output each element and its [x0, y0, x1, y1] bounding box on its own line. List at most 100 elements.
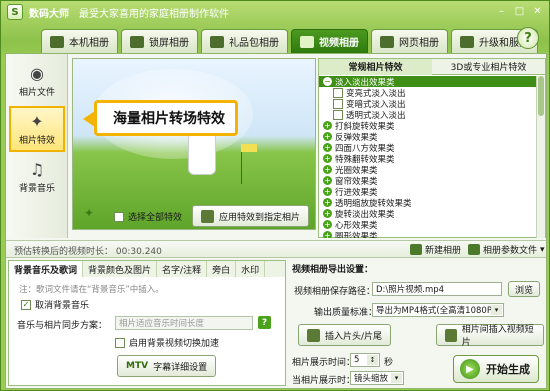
close-icon[interactable]: ✕	[530, 4, 545, 18]
sync-help-icon[interactable]: ?	[258, 316, 271, 329]
sidebar-item-photo-files[interactable]: ◉ 相片文件	[9, 58, 65, 104]
effects-scrollbar[interactable]	[536, 76, 545, 238]
expand-icon[interactable]: +	[323, 154, 332, 163]
tree-group[interactable]: + 反弹效果类	[319, 131, 537, 143]
pen-icon	[201, 209, 214, 223]
video-length: 预估转换后的视频时长： 00:30.240	[14, 244, 162, 257]
effects-tree: − 淡入淡出效果类 变亮式淡入淡出 变暗式淡入淡出 透明式淡入淡出 + 打斜旋转效果…	[319, 76, 537, 238]
bg-video-option[interactable]: 启用背景视频切换加速	[115, 336, 219, 349]
scrollbar-thumb[interactable]	[538, 76, 544, 116]
show-time-unit: 秒	[384, 358, 394, 368]
app-window: S 数码大师 最受大家喜用的家庭相册制作软件 – □ ✕ 本机相册 锁屏相册 礼…	[0, 0, 550, 391]
expand-icon[interactable]: +	[323, 165, 332, 174]
spinner-icon[interactable]: ↕	[367, 355, 378, 365]
tree-group[interactable]: + 心形效果类	[319, 219, 537, 231]
tree-group[interactable]: + 四面八方效果类	[319, 142, 537, 154]
insert-video-label: 相片间插入视频短片	[461, 325, 534, 348]
feature-callout: 海量相片转场特效	[83, 100, 238, 136]
tree-item[interactable]: 变亮式淡入淡出	[319, 87, 537, 99]
insert-video-button[interactable]: 相片间插入视频短片	[436, 324, 544, 348]
video-length-value: 00:30.240	[115, 247, 162, 257]
tree-label: 圆形效果类	[335, 231, 378, 239]
tab-label: 礼品包相册	[229, 38, 279, 49]
tab-lockscreen-album[interactable]: 锁屏相册	[121, 29, 198, 53]
help-button[interactable]: ?	[517, 27, 539, 49]
cancel-music-checkbox[interactable]: ✓	[21, 299, 31, 310]
music-note-icon: ♫	[29, 159, 45, 179]
tree-group[interactable]: + 旋转淡出效果类	[319, 208, 537, 220]
bg-video-label: 启用背景视频切换加速	[129, 339, 220, 349]
expand-icon[interactable]: +	[323, 231, 332, 238]
dropdown-arrow-icon: ▾	[540, 244, 545, 255]
app-logo-icon: S	[7, 4, 23, 20]
collapse-icon[interactable]: −	[323, 77, 332, 86]
tab-music-lyrics[interactable]: 背景音乐及歌词	[9, 261, 84, 277]
tab-bg-color-image[interactable]: 背景颜色及图片	[83, 261, 158, 277]
subtitle-settings-label: 字幕详细设置	[153, 362, 208, 373]
minimize-icon[interactable]: –	[494, 4, 509, 18]
tab-web-album[interactable]: 网页相册	[371, 29, 448, 53]
insert-clip-button[interactable]: 插入片头/片尾	[298, 324, 392, 346]
quality-value: 导出为MP4格式(全高清1080P)	[376, 306, 496, 316]
expand-icon[interactable]: +	[323, 143, 332, 152]
tree-group[interactable]: + 透明缩放旋转效果类	[319, 197, 537, 209]
apply-effects-button[interactable]: 应用特效到指定相片	[192, 205, 310, 227]
sidebar: ◉ 相片文件 ✦ 相片特效 ♫ 背景音乐	[6, 54, 68, 238]
tree-group[interactable]: + 打斜旋转效果类	[319, 120, 537, 132]
expand-icon[interactable]: +	[323, 198, 332, 207]
export-settings-panel: 视频相册导出设置： 视频相册保存路径： D:\照片视频.mp4 浏览 输出质量标…	[288, 260, 544, 352]
tab-local-album[interactable]: 本机相册	[41, 29, 118, 53]
tab-name-notes[interactable]: 名字/注释	[157, 261, 208, 277]
service-icon	[460, 35, 474, 48]
expand-icon[interactable]: +	[323, 132, 332, 141]
tree-item[interactable]: 透明式淡入淡出	[319, 109, 537, 121]
show-time-label: 相片展示时间：	[292, 358, 356, 368]
tab-video-album[interactable]: 视频相册	[291, 29, 368, 53]
path-label: 视频相册保存路径：	[294, 287, 376, 297]
expand-icon[interactable]: +	[323, 121, 332, 130]
quality-select[interactable]: 导出为MP4格式(全高清1080P) ▾	[372, 303, 504, 317]
dropdown-arrow-icon: ▾	[491, 305, 502, 315]
browse-label: 浏览	[515, 285, 534, 296]
show-time-input[interactable]: 5 ↕	[350, 353, 380, 367]
music-settings-panel: 背景音乐及歌词 背景颜色及图片 名字/注释 旁白 水印 注：歌词文件请在“背景音…	[8, 260, 286, 386]
tree-group[interactable]: + 圆形效果类	[319, 230, 537, 238]
tree-item[interactable]: 变暗式淡入淡出	[319, 98, 537, 110]
tab-narration[interactable]: 旁白	[207, 261, 237, 277]
path-value: D:\照片视频.mp4	[376, 285, 445, 295]
preview-flag	[241, 144, 257, 152]
tree-group[interactable]: + 窗帘效果类	[319, 175, 537, 187]
effect-checkbox[interactable]	[333, 87, 343, 98]
start-generate-button[interactable]: ▶ 开始生成	[453, 355, 539, 383]
app-slogan: 最受大家喜用的家庭相册制作软件	[79, 8, 229, 20]
sync-select[interactable]: 相片适应音乐时间长度	[115, 316, 253, 330]
album-params-button[interactable]: 相册参数文件 ▾	[468, 243, 545, 256]
tree-group[interactable]: + 特殊翻转效果类	[319, 153, 537, 165]
show-mode-select[interactable]: 镜头缩放 ▾	[350, 371, 404, 385]
tree-group[interactable]: − 淡入淡出效果类	[319, 76, 537, 88]
expand-icon[interactable]: +	[323, 187, 332, 196]
tab-watermark[interactable]: 水印	[236, 261, 266, 277]
bg-video-checkbox[interactable]	[115, 337, 125, 348]
sidebar-item-photo-effects[interactable]: ✦ 相片特效	[9, 106, 65, 152]
tree-group[interactable]: + 行进效果类	[319, 186, 537, 198]
tab-3d-effects[interactable]: 3D或专业相片特效	[432, 59, 545, 75]
expand-icon[interactable]: +	[323, 176, 332, 185]
tab-gift-album[interactable]: 礼品包相册	[201, 29, 288, 53]
effect-checkbox[interactable]	[333, 109, 343, 120]
browse-button[interactable]: 浏览	[508, 281, 541, 297]
subtitle-settings-button[interactable]: MTV 字幕详细设置	[117, 355, 217, 377]
select-all-checkbox[interactable]	[114, 211, 124, 222]
sidebar-item-background-music[interactable]: ♫ 背景音乐	[9, 154, 65, 200]
tab-regular-effects[interactable]: 常规相片特效	[319, 59, 432, 75]
bottom-tabs: 背景音乐及歌词 背景颜色及图片 名字/注释 旁白 水印	[9, 261, 285, 277]
path-input[interactable]: D:\照片视频.mp4	[372, 282, 502, 296]
expand-icon[interactable]: +	[323, 220, 332, 229]
cancel-music-option[interactable]: ✓ 取消背景音乐	[21, 298, 89, 311]
expand-icon[interactable]: +	[323, 209, 332, 218]
effect-checkbox[interactable]	[333, 98, 343, 109]
tree-group[interactable]: + 光圈效果类	[319, 164, 537, 176]
new-album-button[interactable]: 新建相册	[410, 243, 461, 256]
select-all-effects[interactable]: 选择全部特效	[114, 210, 182, 223]
maximize-icon[interactable]: □	[512, 4, 527, 18]
